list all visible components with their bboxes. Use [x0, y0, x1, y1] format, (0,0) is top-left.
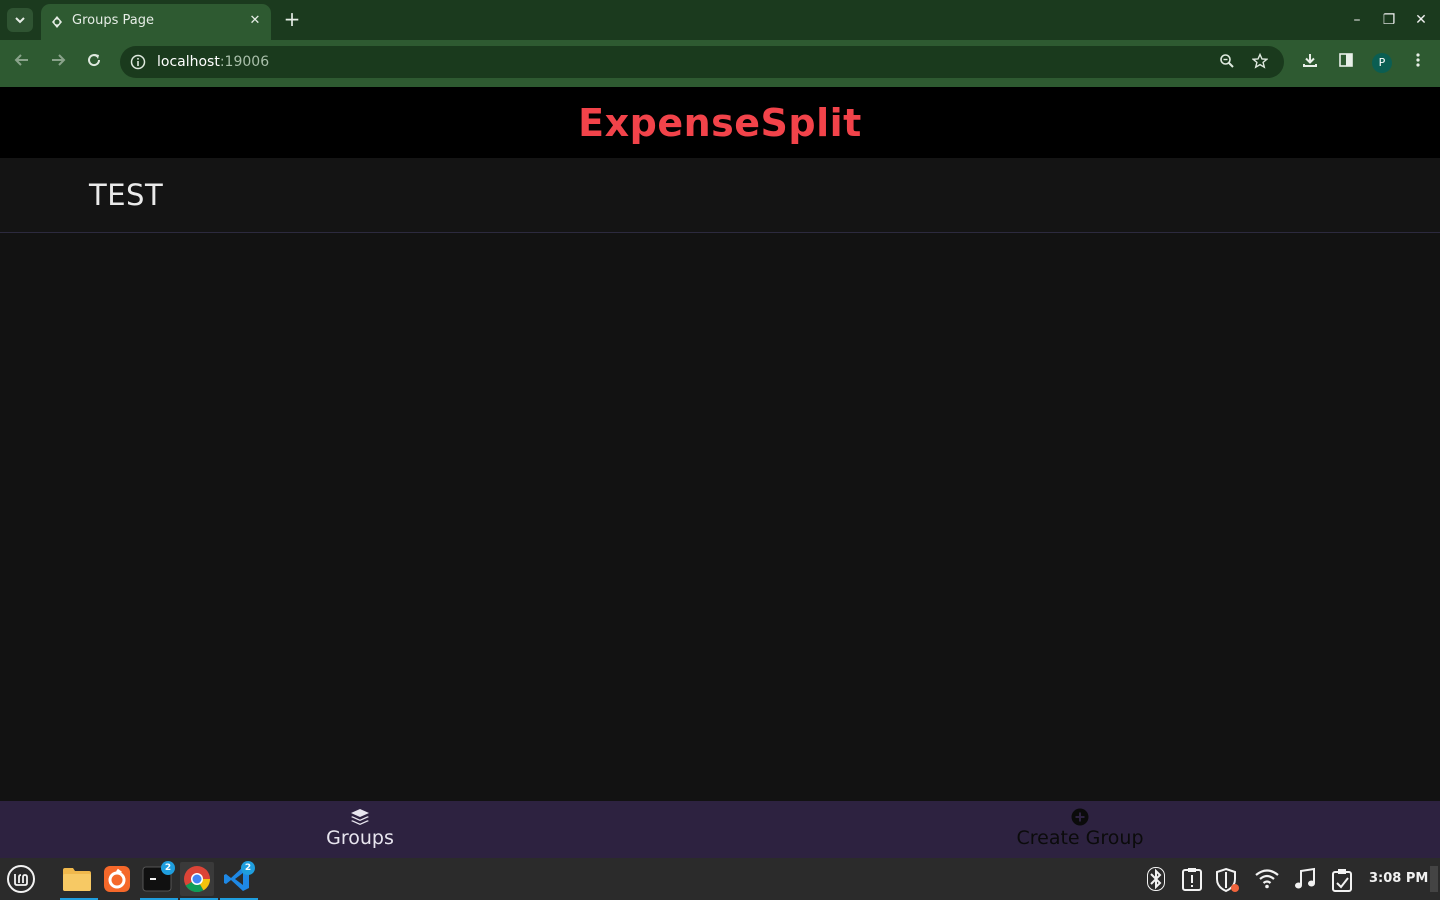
nav-tab-groups-label: Groups	[326, 827, 394, 849]
layers-icon	[351, 809, 369, 825]
taskbar-firefox-app[interactable]	[100, 862, 134, 896]
show-desktop-button[interactable]	[1430, 866, 1438, 892]
arrow-left-icon	[14, 54, 28, 66]
minimize-window-button[interactable]: –	[1347, 10, 1367, 30]
chevron-down-icon	[15, 17, 25, 24]
clipboard-icon[interactable]	[1179, 867, 1205, 893]
downloads-icon[interactable]	[1299, 52, 1321, 74]
music-note-icon[interactable]	[1292, 867, 1318, 893]
os-taskbar: 2 2 3:08 PM	[0, 858, 1440, 900]
close-tab-icon[interactable]: ✕	[247, 13, 263, 29]
bluetooth-icon[interactable]	[1143, 867, 1169, 893]
plus-circle-icon	[1071, 808, 1089, 826]
browser-app-icon	[104, 866, 130, 892]
address-bar[interactable]: localhost:19006	[120, 46, 1284, 78]
back-button[interactable]	[11, 52, 33, 74]
browser-tab-strip: Groups Page ✕ + – ❐ ✕	[0, 0, 1440, 40]
app-title: ExpenseSplit	[578, 100, 862, 145]
shield-icon[interactable]	[1214, 867, 1240, 893]
bottom-navigation: Groups Create Group	[0, 801, 1440, 858]
browser-tab-active[interactable]: Groups Page ✕	[41, 4, 271, 40]
new-tab-button[interactable]: +	[282, 9, 302, 30]
side-panel-icon[interactable]	[1335, 52, 1357, 74]
taskbar-chrome-app[interactable]	[180, 862, 218, 900]
group-list-item[interactable]: TEST	[0, 158, 1440, 233]
profile-avatar[interactable]: P	[1372, 53, 1392, 73]
group-list-empty-area	[0, 234, 1440, 801]
app-header: ExpenseSplit	[0, 87, 1440, 158]
start-menu-button[interactable]	[4, 862, 38, 896]
taskbar-clock[interactable]: 3:08 PM	[1369, 871, 1428, 886]
notification-badge: 2	[241, 861, 255, 875]
wifi-icon[interactable]	[1254, 867, 1280, 893]
nav-tab-groups[interactable]: Groups	[260, 801, 460, 858]
maximize-window-button[interactable]: ❐	[1379, 10, 1399, 30]
tab-search-button[interactable]	[7, 8, 33, 32]
tab-title: Groups Page	[72, 13, 154, 28]
forward-button[interactable]	[47, 52, 69, 74]
reload-button[interactable]	[83, 52, 105, 74]
nav-tab-create-group-label: Create Group	[1016, 827, 1144, 849]
arrow-right-icon	[52, 54, 66, 66]
url-text: localhost:19006	[157, 54, 270, 70]
taskbar-vscode-app[interactable]: 2	[220, 861, 258, 900]
bookmark-star-icon[interactable]	[1251, 52, 1269, 71]
nav-tab-create-group[interactable]: Create Group	[980, 801, 1180, 858]
close-window-button[interactable]: ✕	[1411, 10, 1431, 30]
chrome-icon	[184, 866, 211, 893]
more-menu-icon[interactable]	[1407, 52, 1429, 74]
update-manager-icon[interactable]	[1330, 867, 1356, 893]
site-info-icon[interactable]	[130, 54, 146, 70]
browser-toolbar: localhost:19006 P	[0, 40, 1440, 87]
app-favicon-icon	[52, 16, 62, 28]
folder-icon	[63, 868, 91, 891]
taskbar-files-app[interactable]	[60, 862, 98, 900]
zoom-icon[interactable]	[1218, 53, 1236, 71]
group-name: TEST	[89, 178, 164, 212]
notification-badge: 2	[161, 861, 175, 875]
reload-icon	[88, 54, 101, 67]
taskbar-terminal-app[interactable]: 2	[140, 861, 178, 900]
mint-logo-icon	[7, 865, 35, 893]
